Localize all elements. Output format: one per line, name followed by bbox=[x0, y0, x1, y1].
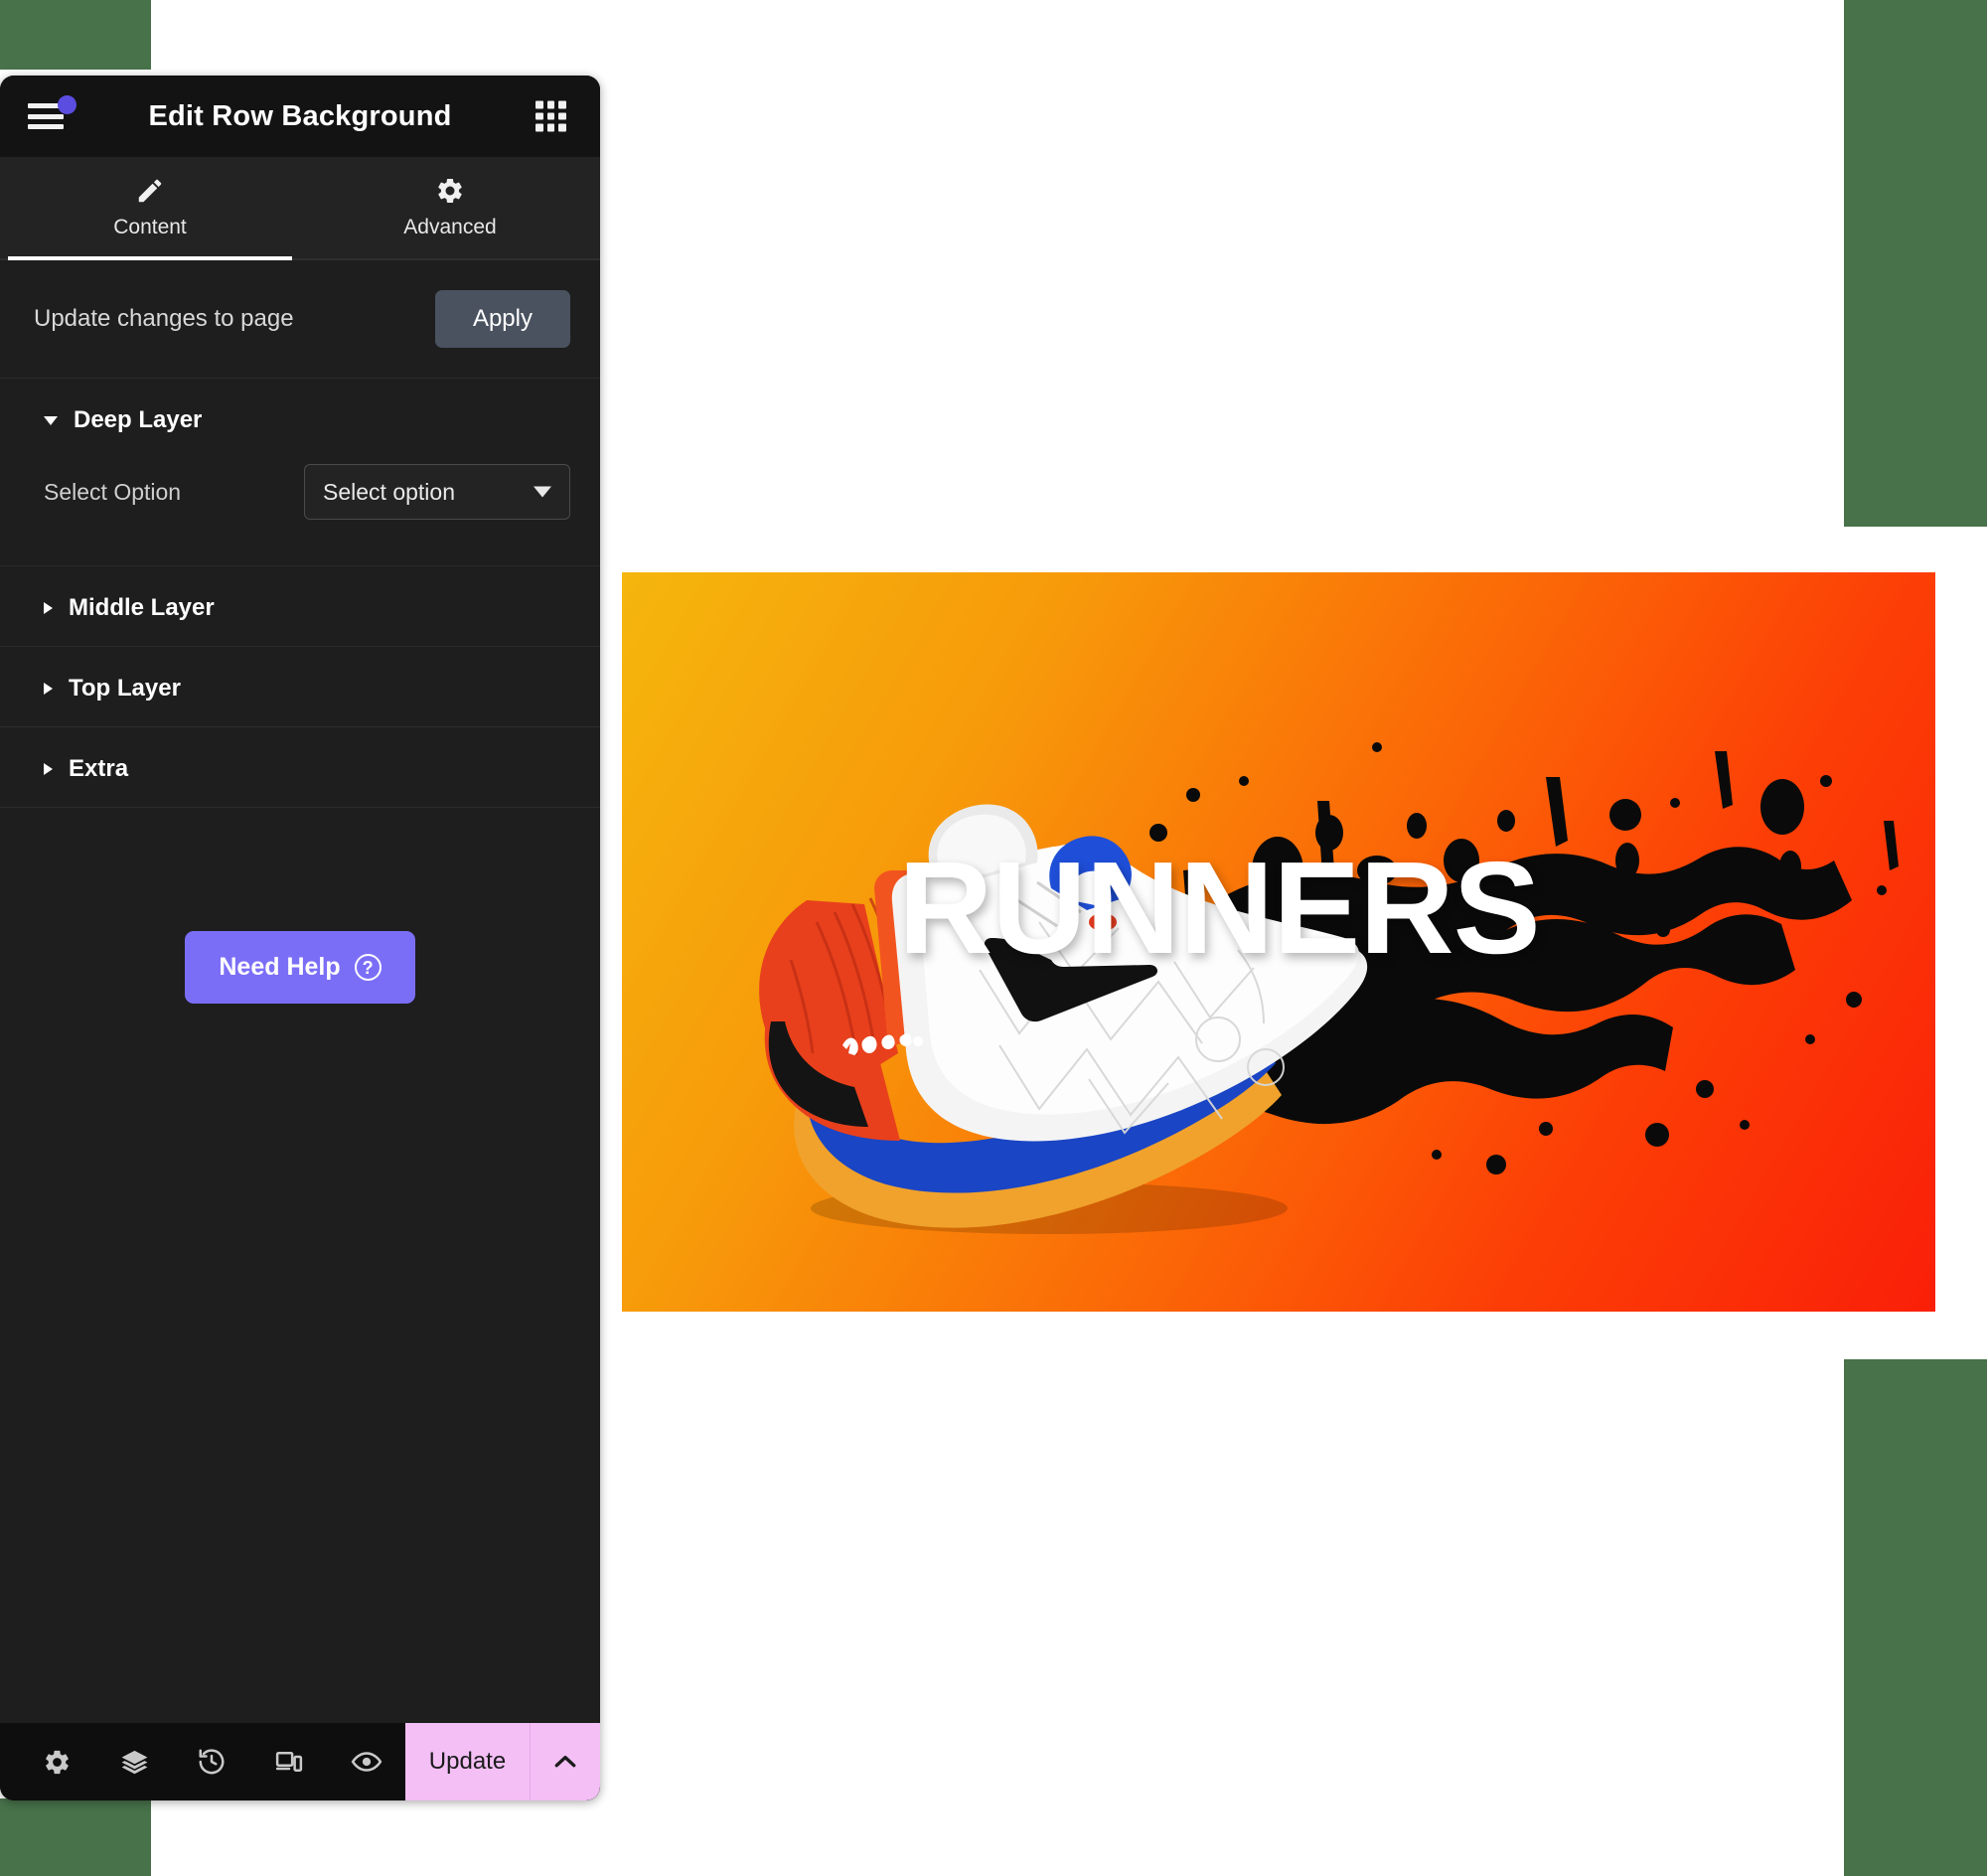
apply-row-label: Update changes to page bbox=[34, 305, 294, 332]
chevron-up-icon[interactable] bbox=[531, 1723, 600, 1800]
decor-block-top-right bbox=[1844, 0, 1987, 527]
bottom-bar-icons bbox=[0, 1723, 405, 1800]
decor-block-bottom-right bbox=[1844, 1359, 1987, 1876]
hero-banner-preview[interactable]: RUNNERS bbox=[622, 572, 1935, 1312]
hero-headline: RUNNERS bbox=[898, 835, 1541, 981]
pencil-icon bbox=[135, 176, 165, 206]
select-option-field: Select Option Select option bbox=[44, 464, 570, 520]
gear-icon[interactable] bbox=[18, 1723, 95, 1800]
chevron-down-icon bbox=[44, 415, 58, 425]
section-top-layer-title: Top Layer bbox=[69, 675, 181, 702]
page-title: Edit Row Background bbox=[148, 99, 452, 132]
panel-tabs: Content Advanced bbox=[0, 157, 600, 260]
help-area: Need Help ? bbox=[0, 808, 600, 1723]
responsive-devices-icon[interactable] bbox=[250, 1723, 328, 1800]
chevron-right-icon bbox=[44, 683, 53, 695]
apply-row: Update changes to page Apply bbox=[0, 260, 600, 379]
select-option-dropdown[interactable]: Select option bbox=[304, 464, 570, 520]
select-option-value: Select option bbox=[323, 478, 455, 505]
tab-advanced-label: Advanced bbox=[403, 216, 497, 238]
section-extra: Extra bbox=[0, 727, 600, 808]
section-extra-header[interactable]: Extra bbox=[0, 727, 600, 807]
section-middle-layer-header[interactable]: Middle Layer bbox=[0, 566, 600, 646]
history-revisions-icon[interactable] bbox=[173, 1723, 250, 1800]
layers-icon[interactable] bbox=[95, 1723, 173, 1800]
panel-bottom-bar: Update bbox=[0, 1723, 600, 1800]
editor-panel: Edit Row Background Content Advanced Upd… bbox=[0, 76, 600, 1800]
need-help-button[interactable]: Need Help ? bbox=[185, 931, 415, 1004]
panel-header: Edit Row Background bbox=[0, 76, 600, 157]
section-deep-layer-title: Deep Layer bbox=[74, 406, 203, 433]
decor-block-bottom-left bbox=[0, 1798, 151, 1876]
notification-dot bbox=[58, 95, 76, 114]
gear-icon bbox=[435, 176, 465, 206]
section-extra-title: Extra bbox=[69, 755, 129, 782]
select-option-label: Select Option bbox=[44, 478, 182, 505]
chevron-down-icon bbox=[534, 486, 551, 498]
section-middle-layer: Middle Layer bbox=[0, 566, 600, 647]
chevron-right-icon bbox=[44, 602, 53, 614]
section-top-layer-header[interactable]: Top Layer bbox=[0, 647, 600, 726]
section-deep-layer-header[interactable]: Deep Layer bbox=[0, 379, 600, 458]
decor-block-top-left bbox=[0, 0, 151, 70]
grid-apps-icon[interactable] bbox=[535, 100, 566, 132]
tab-advanced[interactable]: Advanced bbox=[300, 157, 600, 258]
tab-content-label: Content bbox=[113, 216, 187, 238]
section-middle-layer-title: Middle Layer bbox=[69, 594, 215, 621]
preview-eye-icon[interactable] bbox=[328, 1723, 405, 1800]
chevron-right-icon bbox=[44, 763, 53, 775]
apply-button[interactable]: Apply bbox=[434, 290, 570, 348]
question-circle-icon: ? bbox=[354, 954, 382, 981]
update-group: Update bbox=[405, 1723, 600, 1800]
update-button[interactable]: Update bbox=[405, 1723, 531, 1800]
section-deep-layer-body: Select Option Select option bbox=[0, 458, 600, 565]
need-help-label: Need Help bbox=[219, 953, 341, 981]
tab-content[interactable]: Content bbox=[0, 157, 300, 260]
section-deep-layer: Deep Layer Select Option Select option bbox=[0, 379, 600, 566]
screenshot-root: Edit Row Background Content Advanced Upd… bbox=[0, 0, 1987, 1876]
section-top-layer: Top Layer bbox=[0, 647, 600, 727]
